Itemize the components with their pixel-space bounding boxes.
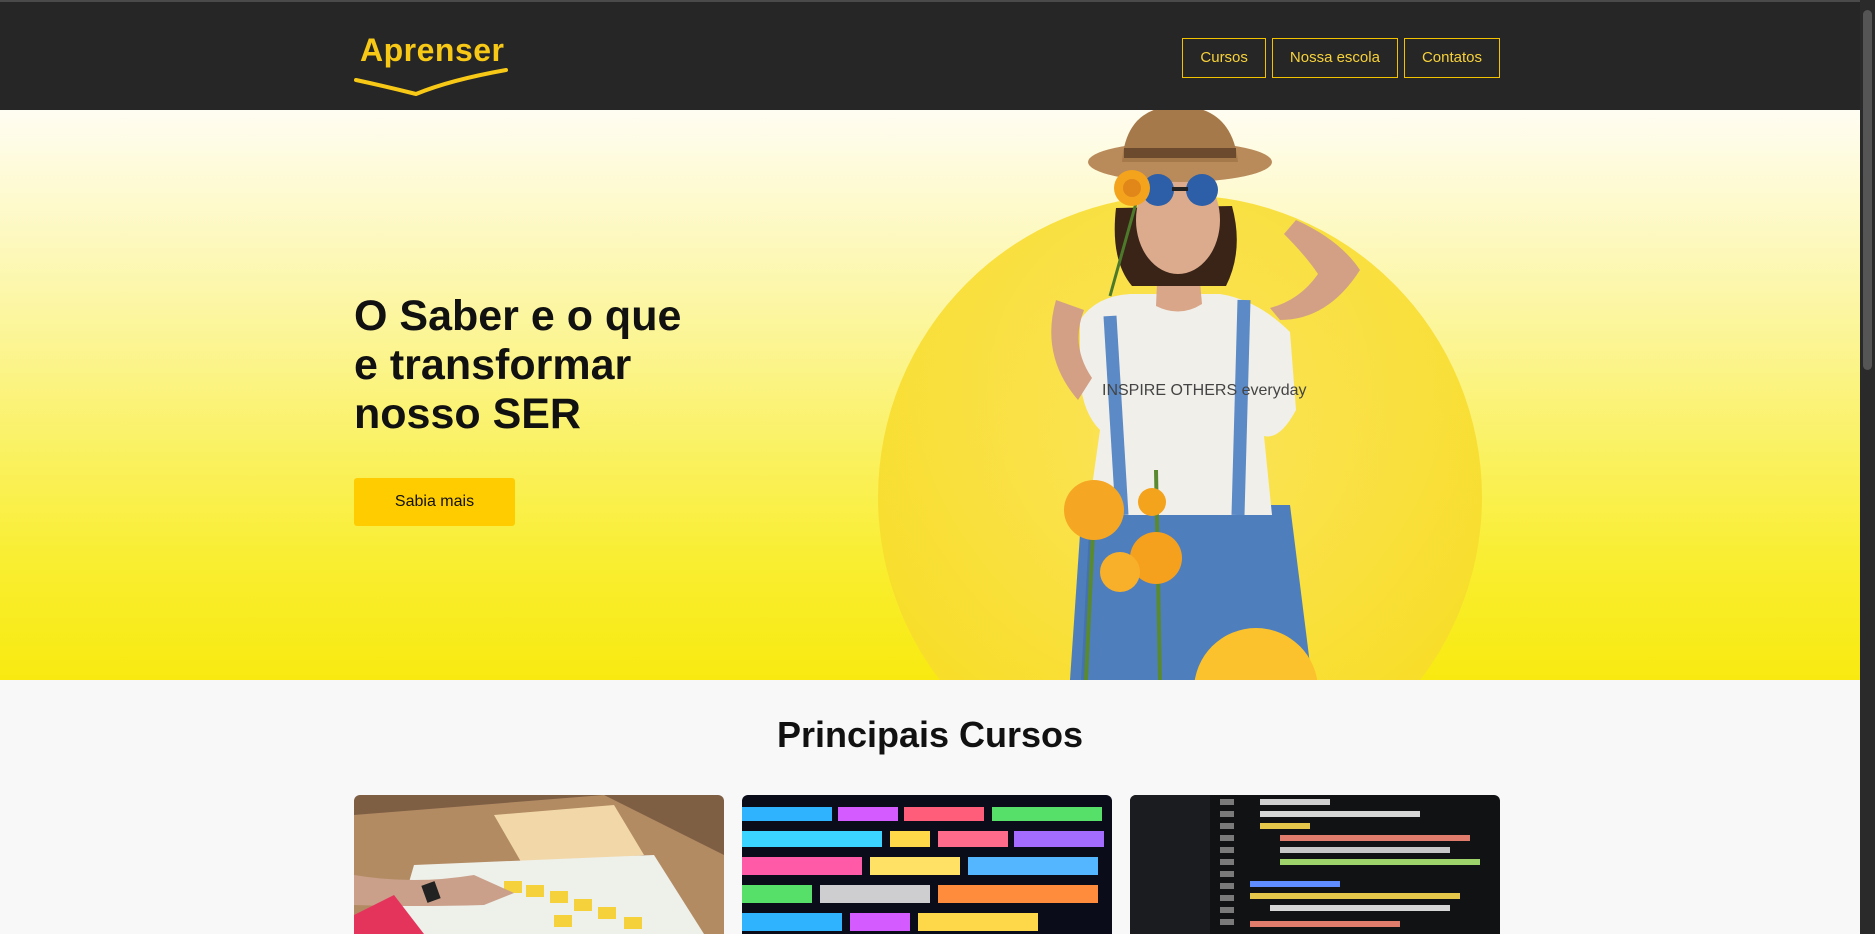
scrollbar-thumb[interactable]: [1863, 10, 1872, 370]
logo-swoosh-icon: [354, 68, 508, 96]
learn-more-button[interactable]: Sabia mais: [354, 478, 515, 526]
nav-contatos-button[interactable]: Contatos: [1403, 38, 1500, 78]
site-header: Aprenser Cursos Nossa escola Contatos: [0, 2, 1860, 110]
course-card-python[interactable]: [1130, 795, 1500, 934]
code-colorful-photo: [742, 795, 1112, 934]
brand-name: Aprenser: [360, 32, 505, 68]
main-nav: Cursos Nossa escola Contatos: [1182, 38, 1500, 78]
course-card-javascript[interactable]: [742, 795, 1112, 934]
brand-logo[interactable]: Aprenser: [354, 32, 514, 96]
page-scrollbar[interactable]: [1860, 0, 1875, 934]
nav-cursos-button[interactable]: Cursos: [1182, 38, 1266, 78]
planning-photo: [354, 795, 724, 934]
shirt-print-text: INSPIRE OTHERS everyday: [1102, 382, 1307, 399]
code-editor-photo: [1130, 795, 1500, 934]
courses-section-title: Principais Cursos: [776, 714, 1084, 755]
course-card-planning[interactable]: [354, 795, 724, 934]
nav-nossa-escola-button[interactable]: Nossa escola: [1271, 38, 1398, 78]
hero-woman-with-flower-image: INSPIRE OTHERS everyday: [878, 110, 1482, 680]
hero-section: O Saber e o que e transformar nosso SER …: [0, 110, 1860, 680]
hero-headline: O Saber e o que e transformar nosso SER: [354, 292, 682, 438]
